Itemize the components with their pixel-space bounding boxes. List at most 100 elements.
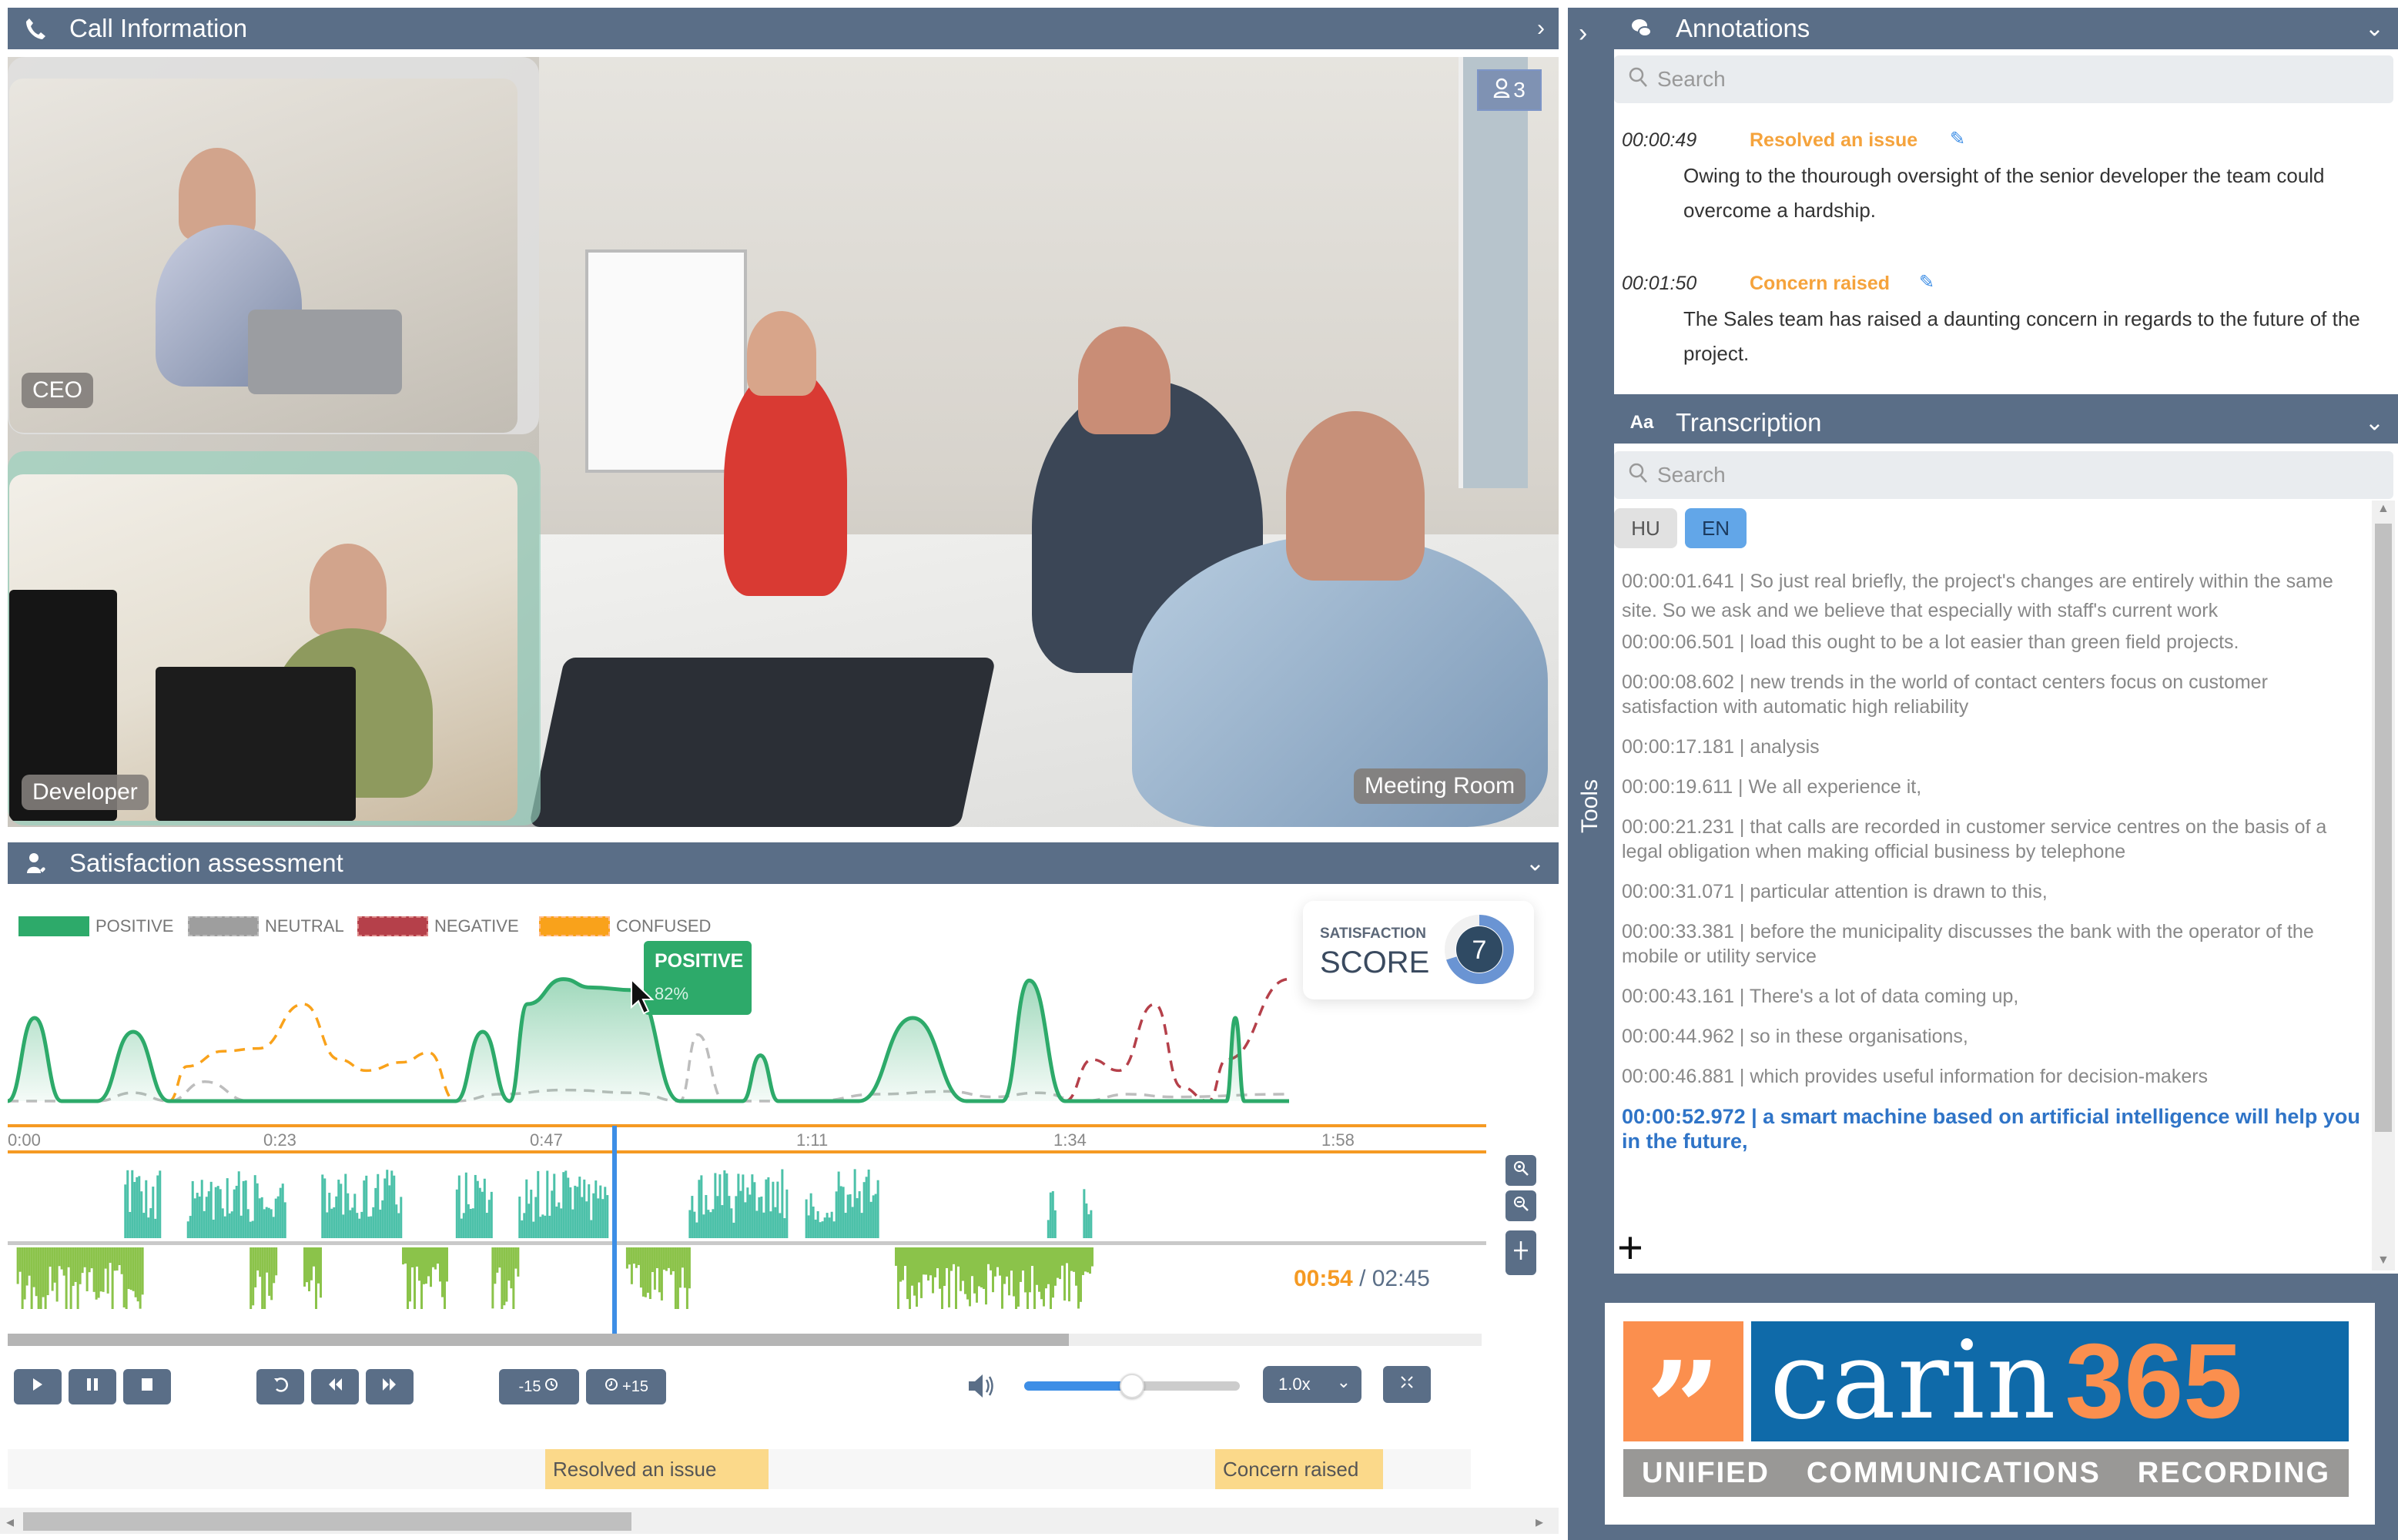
annotation-title[interactable]: Concern raised [1750,273,1890,295]
waveform-bar-speaker-a [279,1187,282,1238]
playhead[interactable] [612,1126,617,1334]
waveform-bar-speaker-b [308,1247,310,1291]
pan-button[interactable] [1505,1230,1536,1275]
video-tile-ceo[interactable]: CEO [8,57,539,434]
scroll-up-icon[interactable]: ▲ [2377,502,2390,516]
tools-sidebar[interactable]: › Tools [1568,8,1608,1540]
transcript-line[interactable]: 00:00:21.231 | that calls are recorded i… [1622,815,2361,864]
chevron-down-icon[interactable]: ⌄ [1526,850,1545,877]
legend-confused[interactable]: CONFUSED [539,916,711,936]
legend-neutral[interactable]: NEUTRAL [188,916,344,936]
horizontal-scroll-thumb[interactable] [23,1512,631,1531]
waveform-bar-speaker-a [835,1191,838,1238]
waveform-bar-speaker-b [635,1247,638,1268]
legend-swatch-neutral [188,916,259,936]
chevron-right-icon[interactable]: › [1579,18,1587,49]
annotation-marker-resolved[interactable]: Resolved an issue [545,1449,769,1489]
waveform-bar-speaker-b [639,1247,642,1288]
waveform-bar-speaker-b [674,1247,677,1309]
zoom-in-button[interactable] [1505,1155,1536,1186]
legend-positive[interactable]: POSITIVE [18,916,173,936]
transcript-line[interactable]: 00:00:08.602 | new trends in the world o… [1622,670,2361,719]
waveform-bar-speaker-b [1020,1247,1022,1282]
playback-progress-bar[interactable] [8,1334,1482,1346]
volume-slider[interactable] [1024,1374,1240,1398]
waveform-bar-speaker-b [676,1247,679,1309]
annotation-time: 00:00:49 [1622,129,1697,151]
annotation-marker-concern[interactable]: Concern raised [1215,1449,1383,1489]
video-area[interactable]: CEO Developer Meeting Room [8,57,1559,827]
move-icon [1512,1240,1529,1266]
transcription-scrollbar[interactable]: ▲ ▼ [2372,500,2395,1270]
waveform-bar-speaker-a [695,1222,698,1238]
transcription-search-input[interactable]: Search [1614,451,2393,499]
transcript-line-active[interactable]: 00:00:52.972 | a smart machine based on … [1622,1104,2361,1153]
annotation-title[interactable]: Resolved an issue [1750,129,1917,152]
chevron-down-icon[interactable]: ⌄ [2365,410,2384,437]
waveform-bar-speaker-a [576,1187,579,1238]
participants-badge[interactable]: 3 [1477,69,1542,111]
legend-negative[interactable]: NEGATIVE [357,916,519,936]
language-hu-button[interactable]: HU [1614,508,1677,548]
timeline-bottom-rule [8,1150,1486,1153]
playback-speed-value: 1.0x [1278,1374,1311,1394]
chevron-down-icon[interactable]: ⌄ [2365,15,2384,42]
waveform-bar-speaker-b [1031,1247,1033,1267]
scroll-left-icon[interactable]: ◂ [6,1512,14,1532]
waveform-bar-speaker-b [962,1247,964,1281]
transcript-line[interactable]: 00:00:46.881 | which provides useful inf… [1622,1064,2361,1089]
replay-button[interactable] [256,1369,304,1404]
skip-back-15-button[interactable]: -15 [499,1369,579,1404]
transcript-line[interactable]: 00:00:33.381 | before the municipality d… [1622,919,2361,969]
horizontal-scrollbar[interactable]: ◂ ▸ [0,1508,1559,1534]
waveform-bar-speaker-a [851,1207,854,1238]
transcript-line[interactable]: 00:00:17.181 | analysis [1622,735,2361,759]
rewind-button[interactable] [311,1369,359,1404]
annotations-search-input[interactable]: Search [1614,55,2393,103]
scroll-down-icon[interactable]: ▼ [2377,1254,2390,1267]
volume-knob[interactable] [1120,1374,1144,1398]
waveform-bar-speaker-a [326,1212,329,1238]
transcript-line[interactable]: 00:00:01.641 | So just real briefly, the… [1622,567,2361,625]
zoom-out-button[interactable] [1505,1190,1536,1221]
waveform-bar-speaker-b [1013,1247,1015,1297]
scroll-right-icon[interactable]: ▸ [1536,1512,1543,1532]
transcript-line[interactable]: 00:00:44.962 | so in these organisations… [1622,1024,2361,1049]
transcript-line[interactable]: 00:00:31.071 | particular attention is d… [1622,879,2361,904]
transcript-line[interactable]: 00:00:19.611 | We all experience it, [1622,775,2361,799]
edit-icon[interactable]: ✎ [1950,128,1965,150]
transcript-line[interactable]: 00:00:06.501 | load this ought to be a l… [1622,630,2361,654]
playback-speed-select[interactable]: 1.0x ⌄ [1263,1366,1361,1403]
laptop [156,667,356,821]
waveform-bar-speaker-b [672,1247,675,1272]
transcript-line[interactable]: 00:00:43.161 | There's a lot of data com… [1622,984,2361,1009]
waveform-bar-speaker-b [1089,1247,1091,1274]
video-tile-developer[interactable]: Developer [8,451,541,825]
waveform-bar-speaker-a [578,1177,581,1238]
audio-timeline[interactable] [8,1124,1486,1309]
waveform-bar-speaker-a [693,1211,696,1238]
skip-forward-15-button[interactable]: +15 [586,1369,666,1404]
transcription-scroll-thumb[interactable] [2375,524,2392,1132]
edit-icon[interactable]: ✎ [1919,271,1934,293]
chevron-right-icon[interactable]: › [1537,15,1545,42]
fast-forward-button[interactable] [366,1369,414,1404]
waveform-bar-speaker-a [721,1205,724,1238]
series-line-negative[interactable] [1064,977,1290,1103]
transcription-header[interactable]: Aa Transcription ⌄ [1614,402,2398,444]
add-transcript-button[interactable]: + [1617,1226,1643,1270]
waveform-bar-speaker-a [462,1213,465,1238]
language-en-button[interactable]: EN [1685,508,1747,548]
stop-button[interactable] [123,1369,171,1404]
pause-button[interactable] [69,1369,116,1404]
call-information-header[interactable]: Call Information › [8,8,1559,49]
fullscreen-button[interactable] [1383,1366,1431,1403]
satisfaction-assessment-header[interactable]: Satisfaction assessment ⌄ [8,842,1559,884]
series-line-confused[interactable] [168,1003,457,1103]
annotations-header[interactable]: Annotations ⌄ [1614,8,2398,49]
volume-icon[interactable] [967,1372,998,1404]
play-button[interactable] [14,1369,62,1404]
waveform-bar-speaker-b [35,1247,38,1297]
waveform-bar-speaker-b [16,1247,19,1284]
waveform-bar-speaker-b [913,1247,916,1296]
